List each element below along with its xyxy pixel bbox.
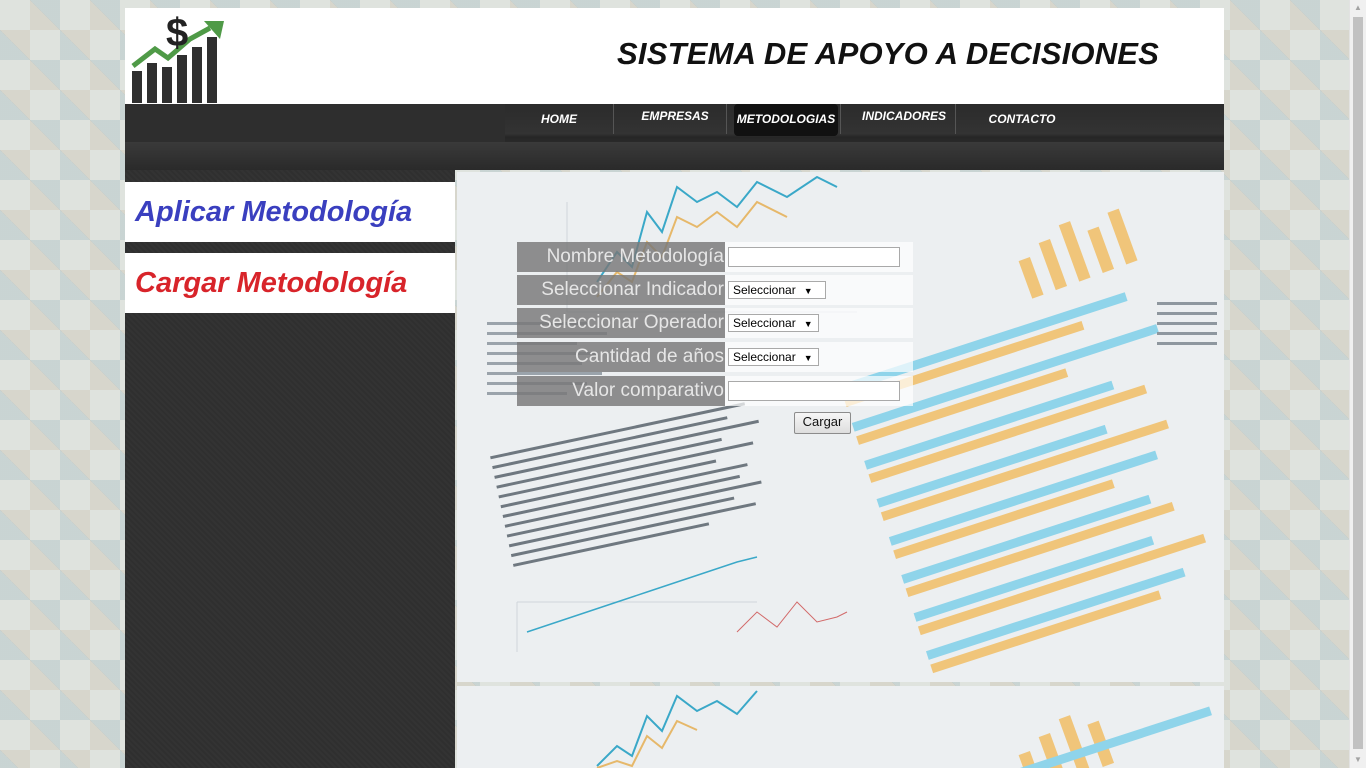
indicator-label: Seleccionar Indicador: [517, 275, 725, 305]
nav-separator: [840, 104, 841, 134]
dropdown-arrow-icon: ▼: [803, 319, 813, 329]
nav-separator: [726, 104, 727, 134]
indicator-select[interactable]: Seleccionar ▼: [728, 281, 826, 299]
operator-select[interactable]: Seleccionar ▼: [728, 314, 819, 332]
years-label: Cantidad de años: [517, 342, 725, 372]
compare-cell: [725, 376, 913, 406]
site-title: SISTEMA DE APOYO A DECISIONES: [617, 36, 1160, 71]
dropdown-arrow-icon: ▼: [803, 286, 813, 296]
name-cell: [725, 242, 913, 272]
years-cell: Seleccionar ▼: [725, 342, 913, 372]
years-select[interactable]: Seleccionar ▼: [728, 348, 819, 366]
load-button[interactable]: Cargar: [794, 412, 851, 434]
nav-metodologias[interactable]: METODOLOGIAS: [734, 104, 838, 136]
operator-label: Seleccionar Operador: [517, 308, 725, 338]
name-input[interactable]: [728, 247, 900, 267]
compare-input[interactable]: [728, 381, 900, 401]
dollar-growth-chart-icon: $: [131, 11, 224, 103]
sidebar: Aplicar Metodología Cargar Metodología: [125, 170, 455, 768]
scroll-thumb[interactable]: [1353, 17, 1363, 749]
sidebar-apply-methodology[interactable]: Aplicar Metodología: [125, 182, 455, 242]
nav-empresas[interactable]: EMPRESAS: [635, 101, 715, 131]
indicator-cell: Seleccionar ▼: [725, 275, 913, 305]
nav-separator: [613, 104, 614, 134]
nav-indicadores[interactable]: INDICADORES: [857, 101, 951, 131]
compare-label: Valor comparativo: [517, 376, 725, 406]
indicator-select-value: Seleccionar: [733, 283, 796, 297]
scroll-up-arrow-icon[interactable]: ▲: [1350, 0, 1366, 16]
content-background-repeat: [457, 686, 1224, 768]
report-background-image: [457, 686, 1224, 768]
sidebar-load-methodology[interactable]: Cargar Metodología: [125, 253, 455, 313]
dropdown-arrow-icon: ▼: [803, 353, 813, 363]
name-label: Nombre Metodología: [517, 242, 725, 272]
nav-contacto[interactable]: CONTACTO: [980, 104, 1064, 134]
nav-separator: [955, 104, 956, 134]
scroll-down-arrow-icon[interactable]: ▼: [1350, 752, 1366, 768]
nav-home[interactable]: HOME: [533, 104, 585, 134]
operator-cell: Seleccionar ▼: [725, 308, 913, 338]
operator-select-value: Seleccionar: [733, 316, 796, 330]
header: $ SISTEMA DE APOYO A DECISIONES: [125, 8, 1224, 104]
svg-text:$: $: [166, 11, 188, 55]
nav-lower-strip: [125, 142, 1224, 170]
scrollbar[interactable]: ▲ ▼: [1349, 0, 1366, 768]
years-select-value: Seleccionar: [733, 350, 796, 364]
